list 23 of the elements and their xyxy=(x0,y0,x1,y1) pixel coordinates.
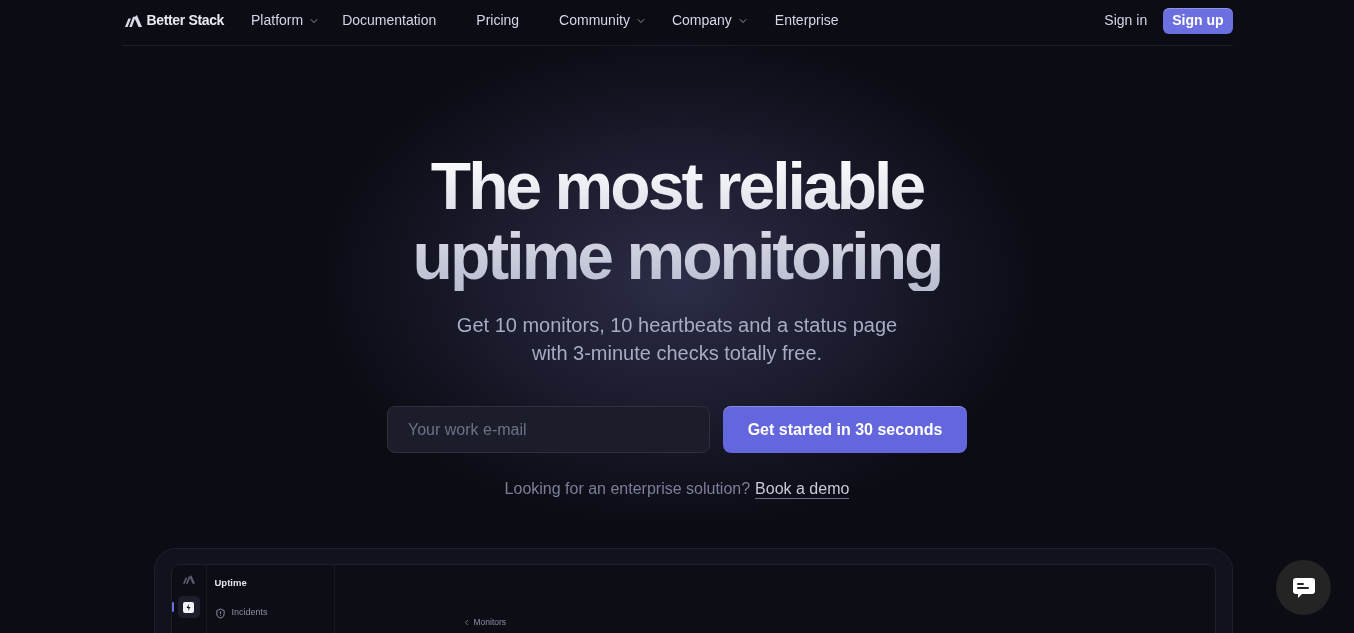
nav-link[interactable]: Documentation xyxy=(342,10,437,31)
brand-logo-link[interactable]: Better Stack xyxy=(121,10,224,31)
back-link[interactable]: Monitors xyxy=(461,616,507,629)
get-started-button[interactable]: Get started in 30 seconds xyxy=(723,406,967,453)
logo-icon xyxy=(124,14,142,27)
nav-link[interactable]: Platform xyxy=(251,10,321,31)
book-demo-link[interactable]: Book a demo xyxy=(755,480,850,499)
chat-icon xyxy=(1291,575,1316,600)
nav-link[interactable]: Enterprise xyxy=(774,10,839,31)
sign-up-button[interactable]: Sign up xyxy=(1163,7,1233,34)
rail-button[interactable] xyxy=(177,596,200,618)
shield-alert-icon xyxy=(214,607,226,619)
hero-subtitle: Get 10 monitors, 10 heartbeats and a status page with 3-minute checks totally free. xyxy=(455,313,899,366)
email-input[interactable]: Your work e-mail xyxy=(387,406,710,453)
app-title: Uptime xyxy=(214,576,248,590)
nav-link[interactable]: Pricing xyxy=(476,10,520,31)
bolt-tile-icon xyxy=(183,601,194,613)
sidebar-item[interactable]: Incidents xyxy=(214,606,334,620)
nav-link[interactable]: Community xyxy=(559,10,647,31)
enterprise-note: Looking for an enterprise solution? xyxy=(504,479,751,499)
sign-in-link[interactable]: Sign in xyxy=(1104,10,1148,31)
app-logo-icon xyxy=(182,575,195,584)
nav-link[interactable]: Company xyxy=(671,10,749,31)
